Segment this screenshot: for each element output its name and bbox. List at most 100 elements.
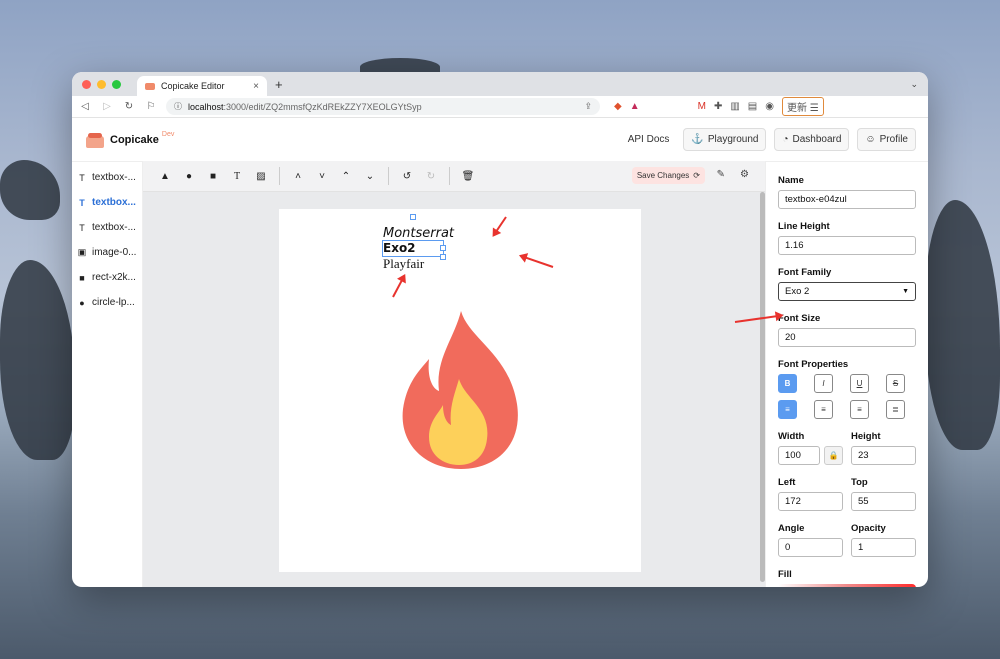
app-header: Copicake Dev API Docs ⚓ Playground ◔ Dashb…	[72, 118, 928, 162]
selection-box[interactable]	[382, 240, 444, 257]
forward-icon[interactable]: ▷	[100, 101, 114, 112]
toolbar-divider	[279, 167, 280, 185]
extensions-puzzle-icon[interactable]: ✚	[714, 101, 722, 112]
url-host: localhost	[188, 101, 224, 112]
canvas-text-playfair[interactable]: Playfair	[383, 256, 424, 272]
opacity-field[interactable]: 1	[851, 538, 916, 557]
editor-area: ▲ ● ■ T ▨ ˄ ˅ ⌃ ⌄ ↺ ↻ 🗑 Save Changes ⟳ ✎ …	[143, 161, 765, 587]
move-bottom-icon[interactable]: ⌄	[362, 168, 378, 184]
maximize-window-button[interactable]	[112, 79, 121, 89]
sidebar-icon[interactable]: ▥	[730, 101, 739, 112]
dashboard-button[interactable]: ◔ Dashboard	[774, 128, 850, 151]
name-field[interactable]: textbox-e04zul	[778, 190, 916, 209]
minimize-window-button[interactable]	[97, 79, 106, 89]
add-triangle-icon[interactable]: ▲	[157, 168, 173, 184]
layer-item-selected[interactable]: Ttextbox...	[72, 190, 142, 215]
layer-item[interactable]: Ttextbox-...	[72, 215, 142, 240]
site-info-icon[interactable]: ⓘ	[174, 101, 182, 112]
left-field[interactable]: 172	[778, 492, 843, 511]
cake-logo-icon	[84, 131, 106, 149]
profile-button[interactable]: ☺ Profile	[857, 128, 916, 151]
brave-shield-icon[interactable]: ◆	[614, 101, 622, 112]
profile-label: Profile	[879, 134, 908, 145]
api-docs-link[interactable]: API Docs	[622, 129, 676, 150]
add-text-icon[interactable]: T	[229, 168, 245, 184]
bookmark-icon[interactable]: ⚐	[144, 101, 158, 112]
redo-icon[interactable]: ↻	[423, 168, 439, 184]
browser-tab[interactable]: Copicake Editor ×	[137, 76, 267, 96]
settings-gear-icon[interactable]: ⚙	[740, 169, 749, 180]
brave-rewards-icon[interactable]: ▲	[630, 101, 640, 112]
editor-main: Ttextbox-... Ttextbox... Ttextbox-... ▣ i…	[72, 161, 928, 587]
lock-ratio-icon[interactable]: 🔒	[824, 446, 843, 465]
browser-tab-bar: Copicake Editor × + ⌄	[72, 72, 928, 96]
align-justify-icon[interactable]: ≣	[886, 400, 905, 419]
rect-layer-icon: ■	[79, 272, 85, 283]
cake-favicon-icon	[145, 82, 155, 90]
strikethrough-button[interactable]: S	[886, 374, 905, 393]
undo-icon[interactable]: ↺	[399, 168, 415, 184]
layer-item[interactable]: ● circle-lp...	[72, 290, 142, 315]
properties-panel: Name textbox-e04zul Line Height 1.16 Fon…	[765, 161, 928, 587]
font-size-field[interactable]: 20	[778, 328, 916, 347]
add-image-icon[interactable]: ▨	[253, 168, 269, 184]
height-field[interactable]: 23	[851, 446, 916, 465]
canvas-text-montserrat[interactable]: Montserrat	[383, 226, 454, 241]
url-field[interactable]: ⓘ localhost:3000/edit/ZQ2mmsfQzKdREkZZY7…	[166, 98, 600, 115]
text-layer-icon: T	[79, 197, 85, 208]
layer-item[interactable]: Ttextbox-...	[72, 165, 142, 190]
top-field[interactable]: 55	[851, 492, 916, 511]
add-circle-icon[interactable]: ●	[181, 168, 197, 184]
bold-button[interactable]: B	[778, 374, 797, 393]
layer-label: textbox...	[92, 197, 136, 208]
playground-button[interactable]: ⚓ Playground	[683, 128, 767, 151]
angle-opacity-row: Angle 0 Opacity 1	[778, 523, 916, 569]
window-controls	[82, 79, 121, 89]
italic-button[interactable]: I	[814, 374, 833, 393]
brand-name: Copicake	[110, 133, 159, 146]
font-family-select[interactable]: Exo 2 ▼	[778, 282, 916, 301]
font-size-label: Font Size	[778, 313, 821, 324]
new-tab-button[interactable]: +	[275, 77, 283, 92]
rotate-handle[interactable]	[410, 214, 416, 220]
update-label: 更新	[786, 103, 807, 114]
tab-search-chevron-icon[interactable]: ⌄	[910, 79, 918, 90]
layers-panel: Ttextbox-... Ttextbox... Ttextbox-... ▣ i…	[72, 161, 143, 587]
close-window-button[interactable]	[82, 79, 91, 89]
tab-close-icon[interactable]: ×	[253, 81, 259, 92]
fire-image[interactable]	[399, 309, 523, 471]
profile-avatar-icon[interactable]: ◉	[765, 101, 774, 112]
reload-icon[interactable]: ↻	[122, 101, 136, 112]
angle-field[interactable]: 0	[778, 538, 843, 557]
underline-button[interactable]: U	[850, 374, 869, 393]
back-icon[interactable]: ◁	[78, 101, 92, 112]
share-icon[interactable]: ⇪	[584, 101, 592, 112]
line-height-label: Line Height	[778, 221, 830, 232]
move-top-icon[interactable]: ⌃	[338, 168, 354, 184]
fill-label: Fill	[778, 569, 792, 580]
tab-title: Copicake Editor	[161, 81, 225, 91]
gmail-icon[interactable]: M	[698, 101, 706, 112]
brush-icon[interactable]: ✎	[717, 169, 725, 180]
wallet-icon[interactable]: ▤	[748, 101, 757, 112]
delete-icon[interactable]: 🗑	[460, 168, 476, 184]
text-layer-icon: T	[79, 222, 85, 233]
resize-handle[interactable]	[440, 245, 446, 251]
align-center-icon[interactable]: ≡	[814, 400, 833, 419]
resize-handle[interactable]	[440, 254, 446, 260]
line-height-field[interactable]: 1.16	[778, 236, 916, 255]
width-field[interactable]: 100	[778, 446, 820, 465]
move-down-icon[interactable]: ˅	[314, 168, 330, 184]
toolbar-divider	[449, 167, 450, 185]
align-right-icon[interactable]: ≡	[850, 400, 869, 419]
fill-color-picker[interactable]	[778, 584, 916, 587]
align-left-icon[interactable]: ≡	[778, 400, 797, 419]
save-changes-button[interactable]: Save Changes ⟳	[631, 167, 705, 184]
add-rect-icon[interactable]: ■	[205, 168, 221, 184]
move-up-icon[interactable]: ˄	[290, 168, 306, 184]
design-canvas[interactable]: Montserrat Exo2 Playfair	[279, 209, 641, 572]
alignment-buttons: ≡ ≡ ≡ ≣	[778, 400, 916, 419]
layer-item[interactable]: ▣ image-0...	[72, 240, 142, 265]
layer-item[interactable]: ■ rect-x2k...	[72, 265, 142, 290]
update-button[interactable]: 更新 ☰	[781, 97, 824, 116]
